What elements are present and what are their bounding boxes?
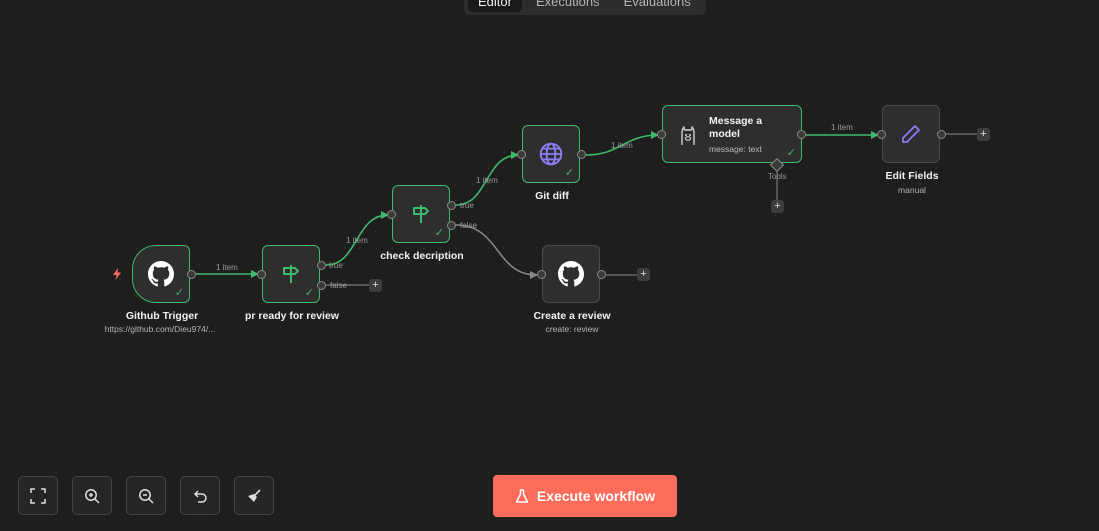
tidy-up-button[interactable] xyxy=(234,476,274,515)
edge-label-true: true xyxy=(329,261,343,270)
output-port[interactable] xyxy=(187,270,196,279)
output-port[interactable] xyxy=(577,150,586,159)
edge-label-item: 1 item xyxy=(831,123,853,132)
success-check-icon: ✓ xyxy=(564,167,574,179)
node-message-a-model[interactable]: Message a model message: text ✓ xyxy=(662,105,802,163)
input-port[interactable] xyxy=(517,150,526,159)
success-check-icon: ✓ xyxy=(786,147,796,159)
zoom-out-icon xyxy=(139,488,154,504)
node-subtitle: manual xyxy=(898,185,926,195)
node-subtitle: create: review xyxy=(545,324,599,334)
node-label: Git diff xyxy=(535,190,569,202)
zoom-in-button[interactable] xyxy=(72,476,112,515)
output-port[interactable] xyxy=(797,130,806,139)
edge-label-false: false xyxy=(460,221,477,230)
node-pr-ready-for-review[interactable]: ✓ xyxy=(262,245,320,303)
node-label: Message a model xyxy=(709,114,763,140)
llama-icon xyxy=(681,126,695,145)
output-port-true[interactable] xyxy=(447,201,456,210)
signpost-icon xyxy=(283,265,299,283)
output-port-false[interactable] xyxy=(447,221,456,230)
edge-label-false: false xyxy=(330,281,347,290)
node-content: Message a model message: text xyxy=(709,115,779,154)
add-node-button[interactable]: + xyxy=(369,279,382,292)
success-check-icon: ✓ xyxy=(304,287,314,299)
undo-icon xyxy=(193,489,207,503)
edge-label-item: 1 item xyxy=(216,263,238,272)
output-port-true[interactable] xyxy=(317,261,326,270)
zoom-out-button[interactable] xyxy=(126,476,166,515)
edge-check-false-to-review[interactable] xyxy=(455,224,538,279)
pencil-icon xyxy=(902,125,920,143)
input-port[interactable] xyxy=(877,130,886,139)
node-label: pr ready for review xyxy=(245,310,339,322)
node-label: Github Trigger xyxy=(125,310,199,322)
zoom-in-icon xyxy=(85,488,100,504)
input-port[interactable] xyxy=(257,270,266,279)
github-icon xyxy=(148,261,174,287)
trigger-bolt-icon xyxy=(113,268,121,280)
edge-label-item: 1 item xyxy=(346,236,368,245)
success-check-icon: ✓ xyxy=(174,287,184,299)
node-label: Edit Fields xyxy=(885,170,939,182)
edge-label-item: 1 item xyxy=(476,176,498,185)
tools-label: Tools xyxy=(768,172,787,181)
input-port[interactable] xyxy=(537,270,546,279)
flask-icon xyxy=(515,488,529,503)
node-check-description[interactable]: ✓ xyxy=(392,185,450,243)
add-node-button[interactable]: + xyxy=(637,268,650,281)
add-tool-button[interactable]: + xyxy=(771,200,784,213)
input-port[interactable] xyxy=(387,210,396,219)
input-port[interactable] xyxy=(657,130,666,139)
output-port-false[interactable] xyxy=(317,281,326,290)
node-edit-fields[interactable] xyxy=(882,105,940,163)
success-check-icon: ✓ xyxy=(434,227,444,239)
node-subtitle: https://github.com/Dieu974/... xyxy=(104,324,216,334)
add-node-button[interactable]: + xyxy=(977,128,990,141)
reset-zoom-button[interactable] xyxy=(180,476,220,515)
edge-label-item: 1 item xyxy=(611,141,633,150)
node-git-diff[interactable]: ✓ xyxy=(522,125,580,183)
broom-icon xyxy=(248,488,261,502)
node-label: check decription xyxy=(380,250,464,262)
globe-icon xyxy=(539,142,563,166)
output-port[interactable] xyxy=(937,130,946,139)
fit-view-icon xyxy=(30,487,46,504)
node-github-trigger[interactable]: ✓ xyxy=(132,245,190,303)
node-label: Create a review xyxy=(533,310,611,322)
github-icon xyxy=(558,261,584,287)
output-port[interactable] xyxy=(597,270,606,279)
execute-workflow-button[interactable]: Execute workflow xyxy=(493,475,677,517)
edge-label-true: true xyxy=(460,201,474,210)
execute-workflow-label: Execute workflow xyxy=(536,488,656,504)
node-subtitle: message: text xyxy=(709,143,762,154)
node-create-a-review[interactable] xyxy=(542,245,600,303)
fit-view-button[interactable] xyxy=(18,476,58,515)
signpost-icon xyxy=(413,205,429,223)
